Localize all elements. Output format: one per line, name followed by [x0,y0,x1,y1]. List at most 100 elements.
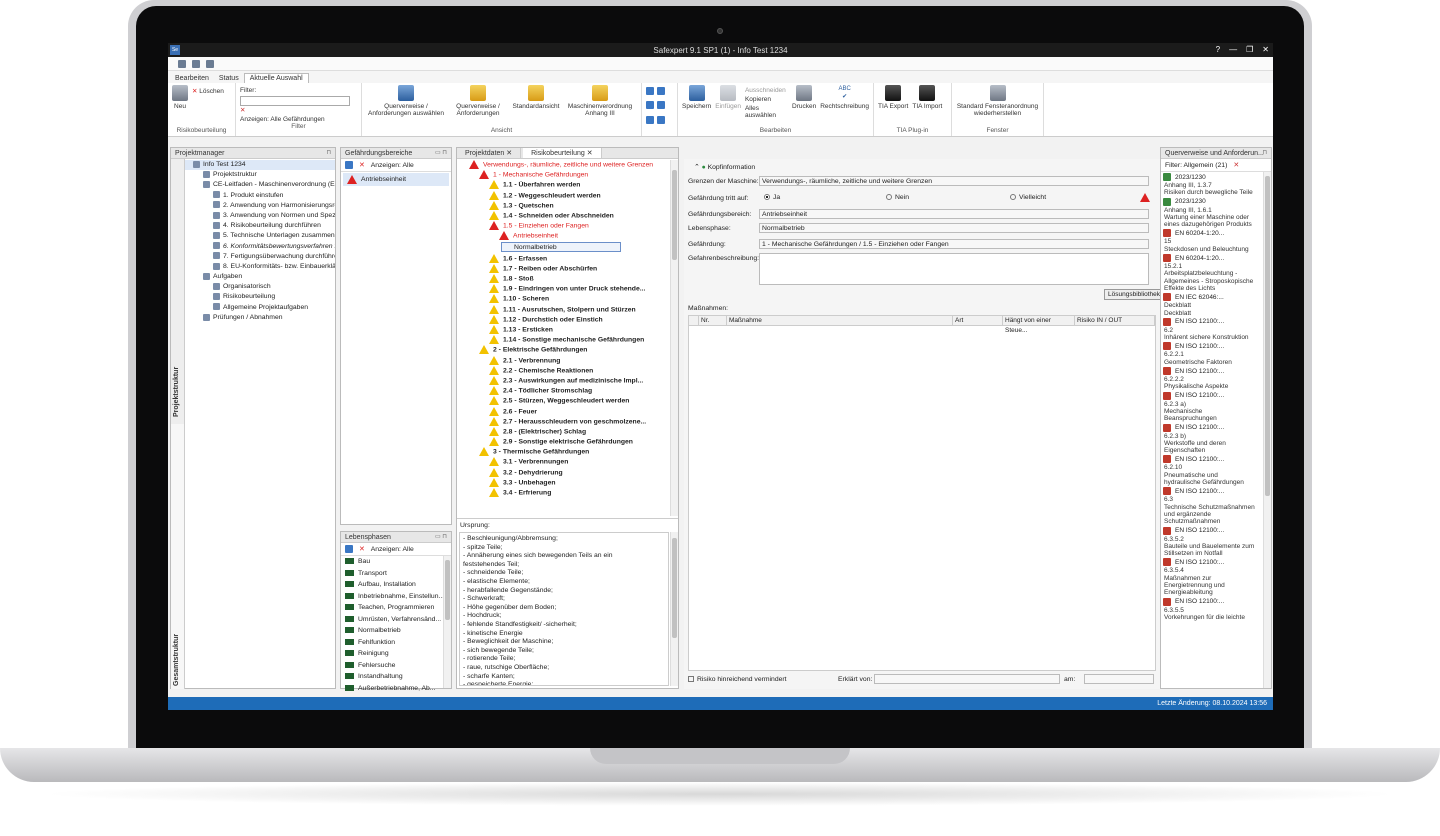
tia-import-button[interactable]: TIA Import [912,85,942,110]
gefahrenbeschreibung-textarea[interactable] [759,253,1149,285]
querverweise-auswaehlen-button[interactable]: Querverweise / Anforderungen auswählen [366,85,446,117]
restore-button[interactable]: ❐ [1246,45,1253,54]
risiko-checkbox[interactable]: Risiko hinreichend vermindert [688,676,787,683]
save-icon[interactable] [178,59,186,68]
select-all-button[interactable]: Alles auswählen [745,105,788,119]
hazard-tree-item[interactable]: 2 - Elektrische Gefährdungen [459,345,667,355]
grenzen-field[interactable]: Verwendungs-, räumliche, zeitliche und w… [759,176,1149,186]
list-item[interactable]: Teachen, Programmieren [341,602,451,614]
reference-item[interactable]: EN ISO 12100:... [1161,423,1263,433]
hazard-tree-item[interactable]: 1.2 - Weggeschleudert werden [459,190,667,201]
project-tree-item[interactable]: 8. EU-Konformitäts- bzw. Einbauerkläru..… [185,262,335,272]
ursprung-scrollbar[interactable] [670,532,678,686]
add-icon[interactable] [646,101,654,110]
pin-icon[interactable]: ▭ ⊓ [435,532,447,543]
hazard-tree-item[interactable]: 1.14 - Sonstige mechanische Gefährdungen [459,335,667,345]
project-tree-item[interactable]: Aufgaben [185,272,335,282]
delete-phase-icon[interactable]: ✕ [359,545,365,553]
hazard-tree-item[interactable]: 1.4 - Schneiden oder Abschneiden [459,210,667,221]
list-item[interactable]: Instandhaltung [341,671,451,683]
hazard-tree-item[interactable]: 2.6 - Feuer [459,406,667,417]
project-tree-item[interactable]: 1. Produkt einstufen [185,191,335,201]
hazard-tree-item[interactable]: 3.3 - Unbehagen [459,477,667,488]
project-tree-item[interactable]: 7. Fertigungsüberwachung durchführen [185,252,335,262]
restore-window-layout-button[interactable]: Standard Fensteranordnung wiederherstell… [956,85,1039,117]
tab-bearbeiten[interactable]: Bearbeiten [170,74,214,83]
filter-input[interactable] [240,96,350,106]
loesungsbibliothek-button[interactable]: Lösungsbibliothek [1104,289,1165,300]
filter-dropdown[interactable]: Filter: Allgemein (21) [1165,162,1227,169]
delete-area-icon[interactable]: ✕ [359,161,365,169]
project-tree-item[interactable]: CE-Leitfaden - Maschinenverordnung (E... [185,180,335,190]
hazard-tree-item[interactable]: 1.7 - Reiben oder Abschürfen [459,263,667,274]
hazard-tree-item[interactable]: 1.6 - Erfassen [459,253,667,264]
hazard-tree-item[interactable]: 3.4 - Erfrierung [459,488,667,498]
hazard-tree-item[interactable]: 2.7 - Herausschleudern von geschmolzene.… [459,416,667,427]
phase-scrollbar[interactable] [443,556,451,688]
reference-item[interactable]: EN ISO 12100:... [1161,557,1263,567]
project-tree-item[interactable]: 5. Technische Unterlagen zusammenste... [185,231,335,241]
ursprung-text[interactable]: - Beschleunigung/Abbremsung; - spitze Tei… [459,532,669,686]
anzeigen-dropdown[interactable]: Anzeigen: Alle Gefährdungen [240,116,357,123]
delete-button[interactable]: ✕ Löschen [192,87,224,95]
reference-scrollbar[interactable] [1263,172,1271,688]
reference-item[interactable]: EN ISO 12100:... [1161,486,1263,496]
project-tree-item[interactable]: 6. Konformitätsbewertungsverfahren f... [185,242,335,252]
gefaehrdung-field[interactable]: 1 - Mechanische Gefährdungen / 1.5 - Ein… [759,239,1149,249]
clear-filter-icon[interactable]: ✕ [240,107,245,114]
reference-item[interactable]: EN 60204-1:20... [1161,228,1263,238]
hazard-tree-item[interactable]: 3 - Thermische Gefährdungen [459,447,667,457]
hazard-tree-item[interactable]: Antriebseinheit [459,231,667,241]
project-tree-item[interactable]: Organisatorisch [185,282,335,292]
phase-filter-dropdown[interactable]: Anzeigen: Alle [371,546,414,553]
collapse-icon[interactable]: ⌃ [694,164,700,171]
hazard-tree-item[interactable]: 1.3 - Quetschen [459,200,667,211]
list-item[interactable]: Umrüsten, Verfahrensänd... [341,614,451,626]
list-item[interactable]: Inbetriebnahme, Einstellun... [341,591,451,603]
reference-item[interactable]: EN 60204-1:20... [1161,253,1263,263]
close-button[interactable]: ✕ [1262,45,1269,54]
project-tree-item[interactable]: Prüfungen / Abnahmen [185,313,335,323]
print-icon[interactable] [192,59,200,68]
pin-icon[interactable]: ⊓ [326,148,331,159]
hazard-tree-item[interactable]: 1.8 - Stoß [459,274,667,284]
list-item[interactable]: Aufbau, Installation [341,579,451,591]
list-item[interactable]: Reinigung [341,648,451,660]
project-tree-item[interactable]: 4. Risikobeurteilung durchführen [185,221,335,231]
print-preview-icon[interactable] [206,59,214,68]
list-item[interactable]: Bau [341,556,451,568]
project-tree-item[interactable]: 2. Anwendung von Harmonisierungsrec... [185,201,335,211]
project-tree-item[interactable]: Projektstruktur [185,170,335,180]
project-tree-item[interactable]: Info Test 1234 [185,160,335,171]
massnahmen-grid[interactable] [688,315,1156,671]
sort-icon[interactable] [646,115,654,124]
reference-item[interactable]: EN ISO 12100:... [1161,317,1263,327]
hazard-tree-item[interactable]: 1.1 - Überfahren werden [459,180,667,190]
hazard-tree-item[interactable]: 2.5 - Stürzen, Weggeschleudert werden [459,396,667,406]
pin-icon[interactable]: ⊓ [1262,148,1267,159]
project-tree-item[interactable]: Risikobeurteilung [185,292,335,302]
tab-projektstruktur[interactable]: Projektstruktur [171,159,185,424]
project-tree-item[interactable]: Allgemeine Projektaufgaben [185,303,335,313]
tab-projektdaten[interactable]: Projektdaten ✕ [457,148,522,158]
paste-button[interactable]: Einfügen [715,85,741,110]
move-top-icon[interactable] [657,87,665,95]
tab-aktuelle-auswahl[interactable]: Aktuelle Auswahl [243,73,309,83]
hazard-tree-item[interactable]: 1 - Mechanische Gefährdungen [459,170,667,180]
hazard-tree-item[interactable]: 1.9 - Eindringen von unter Druck stehend… [459,284,667,294]
erklaert-von-field[interactable] [874,674,1060,684]
move-bottom-icon[interactable] [657,115,665,124]
reference-item[interactable]: 2023/1230 [1161,172,1263,182]
hazard-tree-item[interactable]: 1.11 - Ausrutschen, Stolpern und Stürzen [459,304,667,315]
gefaehrdungsbereich-field[interactable]: Antriebseinheit [759,209,1149,219]
querverweise-button[interactable]: Querverweise / Anforderungen [450,85,506,117]
list-item[interactable]: Fehlersuche [341,660,451,672]
hazard-tree-item[interactable]: 2.4 - Tödlicher Stromschlag [459,386,667,396]
hazard-tree-item[interactable]: 1.12 - Durchstich oder Einstich [459,314,667,325]
cut-button[interactable]: Ausschneiden [745,87,788,94]
hazard-tree-item[interactable]: 1.10 - Scheren [459,294,667,304]
reference-item[interactable]: 2023/1230 [1161,197,1263,207]
hazard-tree-item[interactable]: 1.13 - Ersticken [459,325,667,335]
maschinenverordnung-button[interactable]: Maschinenverordnung Anhang III [566,85,634,117]
list-item[interactable]: Normalbetrieb [341,625,451,637]
